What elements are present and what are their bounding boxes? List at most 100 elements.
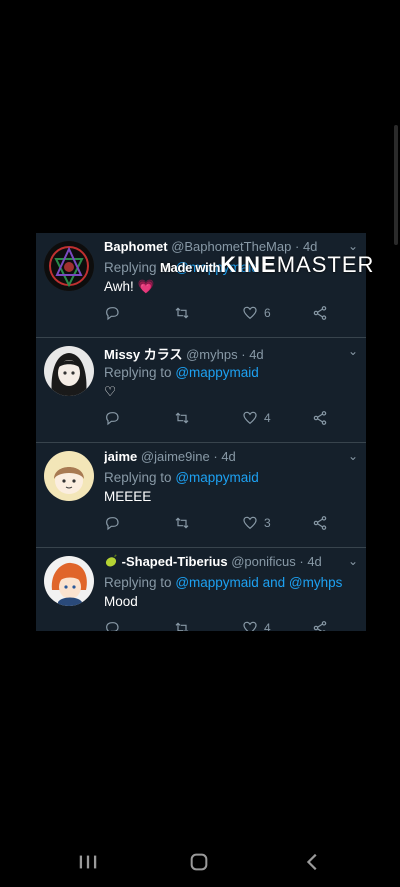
tweet-text: ♡ xyxy=(104,384,117,399)
chevron-down-icon[interactable]: ⌄ xyxy=(348,554,358,568)
replying-to: Replying to @mappymaid xyxy=(104,470,259,485)
like-button[interactable]: 3 xyxy=(242,515,271,531)
avatar[interactable] xyxy=(44,241,94,291)
retweet-icon xyxy=(175,517,189,529)
retweet-icon xyxy=(175,412,189,424)
chevron-down-icon[interactable]: ⌄ xyxy=(348,449,358,463)
reply-button[interactable] xyxy=(104,515,120,531)
retweet-button[interactable] xyxy=(174,620,190,631)
pink-heart-emoji: 💗 xyxy=(137,279,155,294)
anime-girl-avatar-icon xyxy=(44,346,94,396)
tweet-age: 4d xyxy=(221,449,236,464)
replying-prefix: Replying to xyxy=(104,470,172,485)
orange-hair-avatar-icon xyxy=(44,556,94,606)
kinemaster-watermark: Made withKINEMASTER xyxy=(160,252,374,278)
reply-icon xyxy=(106,307,119,321)
like-button[interactable]: 6 xyxy=(242,305,271,321)
tweet-header: -Shaped-Tiberius @ponificus · 4d xyxy=(104,554,342,569)
share-button[interactable] xyxy=(312,305,328,321)
retweet-icon xyxy=(175,622,189,631)
separator-dot: · xyxy=(213,449,218,464)
tweet-age: 4d xyxy=(307,554,322,569)
watermark-brand-rest: MASTER xyxy=(276,252,375,277)
share-icon xyxy=(313,516,327,530)
lime-emoji-icon xyxy=(104,554,118,569)
display-name[interactable]: jaime xyxy=(104,449,137,464)
scroll-indicator xyxy=(394,125,398,245)
tweet-text: Mood xyxy=(104,594,138,609)
share-icon xyxy=(313,306,327,320)
tweet-actions: 6 xyxy=(104,305,336,325)
user-handle[interactable]: @ponificus xyxy=(231,554,296,569)
tweet-actions: 4 xyxy=(104,410,336,430)
heart-icon xyxy=(243,516,257,530)
share-button[interactable] xyxy=(312,410,328,426)
heart-icon xyxy=(243,621,257,631)
tweet-actions: 4 xyxy=(104,620,336,631)
mention-link[interactable]: @mappymaid xyxy=(175,575,259,590)
tweet-item[interactable]: Missy カラス @myhps · 4d ⌄ Replying to @map… xyxy=(36,338,366,443)
retweet-button[interactable] xyxy=(174,305,190,321)
chevron-down-icon[interactable]: ⌄ xyxy=(348,344,358,358)
separator-dot: · xyxy=(241,347,246,362)
tweet-age: 4d xyxy=(249,347,264,362)
retweet-button[interactable] xyxy=(174,410,190,426)
replying-to: Replying to @mappymaid xyxy=(104,365,259,380)
share-button[interactable] xyxy=(312,515,328,531)
avatar[interactable] xyxy=(44,346,94,396)
chevron-down-icon[interactable]: ⌄ xyxy=(348,239,358,253)
retweet-icon xyxy=(175,307,189,319)
tweet-item[interactable]: jaime @jaime9ine · 4d ⌄ Replying to @map… xyxy=(36,443,366,548)
system-navigation-bar xyxy=(0,845,400,881)
home-button[interactable] xyxy=(188,851,210,873)
replying-to: Replying to @mappymaid and @myhps xyxy=(104,575,342,590)
reply-icon xyxy=(106,412,119,426)
back-icon xyxy=(306,853,317,871)
reply-icon xyxy=(106,517,119,531)
reply-button[interactable] xyxy=(104,620,120,631)
like-count: 6 xyxy=(264,306,271,320)
user-handle[interactable]: @jaime9ine xyxy=(141,449,210,464)
reply-icon xyxy=(106,622,119,631)
watermark-brand-bold: KINE xyxy=(220,252,277,277)
share-icon xyxy=(313,411,327,425)
like-count: 4 xyxy=(264,411,271,425)
mention-link[interactable]: @mappymaid xyxy=(175,365,259,380)
reply-button[interactable] xyxy=(104,410,120,426)
tweet-replies-panel: Baphomet @BaphometTheMap · 4d ⌄ Replying… xyxy=(36,233,366,631)
tweet-header: Missy カラス @myhps · 4d xyxy=(104,344,342,363)
share-icon xyxy=(313,621,327,631)
avatar[interactable] xyxy=(44,556,94,606)
tweet-item[interactable]: Baphomet @BaphometTheMap · 4d ⌄ Replying… xyxy=(36,233,366,338)
mention-link[interactable]: @mappymaid xyxy=(175,470,259,485)
like-button[interactable]: 4 xyxy=(242,410,271,426)
like-button[interactable]: 4 xyxy=(242,620,271,631)
display-name[interactable]: Baphomet xyxy=(104,239,168,254)
share-button[interactable] xyxy=(312,620,328,631)
heart-icon xyxy=(243,411,257,425)
heart-icon xyxy=(243,306,257,320)
baphomet-avatar-icon xyxy=(44,241,94,291)
display-name[interactable]: Missy カラス xyxy=(104,347,182,362)
replying-prefix: Replying to xyxy=(104,365,172,380)
retweet-button[interactable] xyxy=(174,515,190,531)
avatar[interactable] xyxy=(44,451,94,501)
user-handle[interactable]: @myhps xyxy=(186,347,238,362)
mention-link-2[interactable]: @myhps xyxy=(289,575,342,590)
tweet-item[interactable]: -Shaped-Tiberius @ponificus · 4d ⌄ Reply… xyxy=(36,548,366,631)
like-count: 3 xyxy=(264,516,271,530)
home-icon xyxy=(190,853,208,871)
like-count: 4 xyxy=(264,621,271,631)
back-button[interactable] xyxy=(302,851,324,873)
tweet-text: Awh! 💗 xyxy=(104,279,154,295)
separator-dot: · xyxy=(299,554,304,569)
tweet-text: MEEEE xyxy=(104,489,152,504)
chibi-avatar-icon xyxy=(44,451,94,501)
reply-button[interactable] xyxy=(104,305,120,321)
display-name[interactable]: -Shaped-Tiberius xyxy=(122,554,228,569)
tweet-header: jaime @jaime9ine · 4d xyxy=(104,449,342,464)
tweet-text-content: Awh! xyxy=(104,279,138,294)
recents-icon xyxy=(79,855,97,869)
watermark-prefix: Made with xyxy=(160,260,221,275)
recents-button[interactable] xyxy=(77,851,99,873)
